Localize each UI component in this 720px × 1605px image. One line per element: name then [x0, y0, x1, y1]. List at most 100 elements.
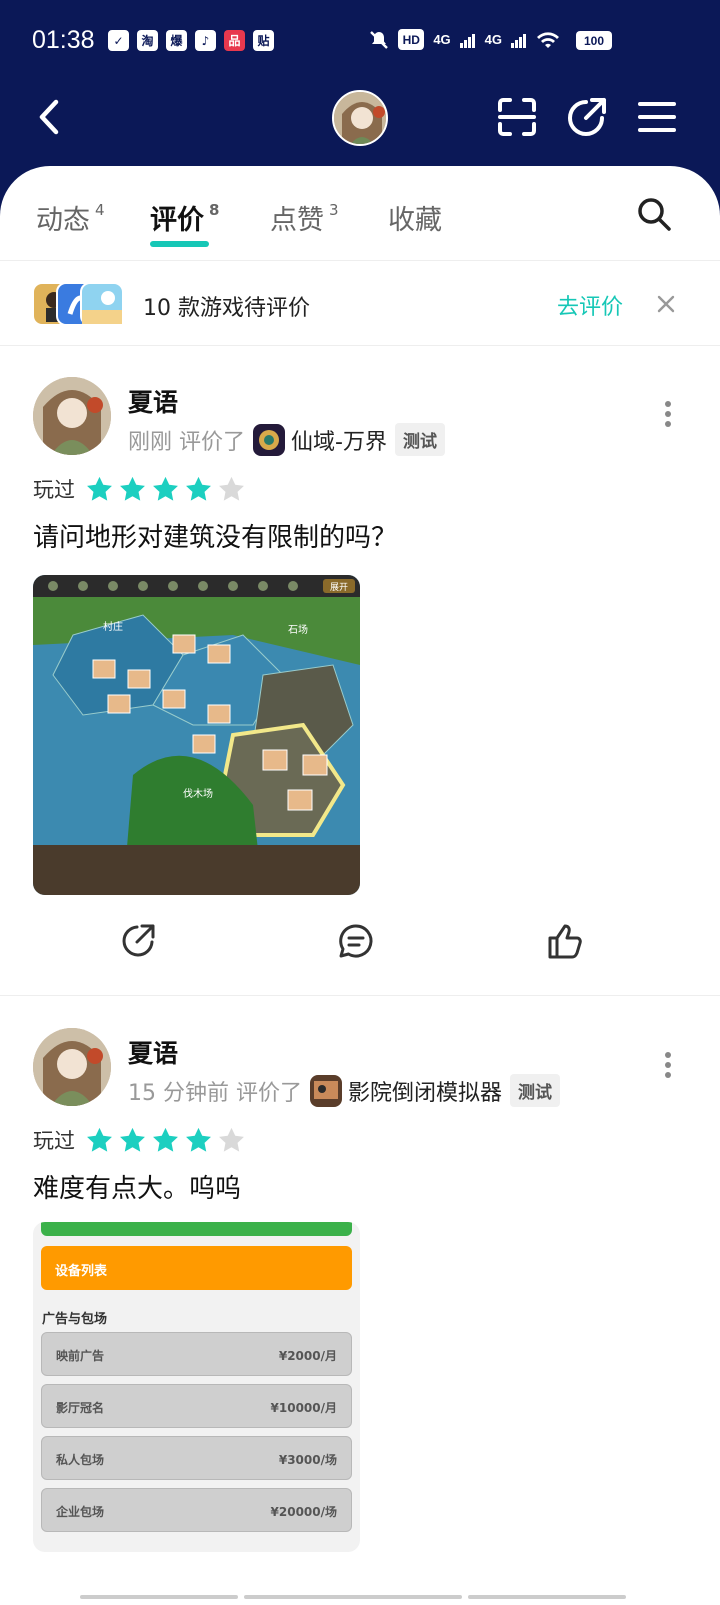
map-label-quarry: 石场	[288, 623, 308, 636]
pending-reviews-text: 10 款游戏待评价	[143, 296, 310, 321]
review-text: 请问地形对建筑没有限制的吗？	[33, 523, 398, 553]
battery-indicator: 100	[576, 31, 612, 50]
tab-dynamic-label: 动态	[36, 205, 90, 236]
item-label: 影厅冠名	[56, 1401, 105, 1415]
star-rating	[85, 1126, 246, 1155]
more-options-icon[interactable]	[662, 1050, 674, 1080]
top-nav	[0, 84, 720, 164]
star-empty-icon	[219, 1127, 244, 1152]
scan-icon[interactable]	[496, 96, 538, 138]
review-meta: 刚刚 评价了 仙域-万界 测试	[128, 423, 445, 456]
item-label: 私人包场	[56, 1453, 105, 1467]
battery-level: 100	[576, 31, 612, 50]
status-bar: 01:38 ✓ 淘 爆 ♪ 品 贴 HD 4G 4G 100	[0, 0, 720, 84]
review-verb: 评价了	[179, 429, 246, 455]
item-label: 映前广告	[56, 1349, 105, 1363]
item-label: 企业包场	[56, 1505, 105, 1519]
star-filled-icon	[153, 476, 178, 501]
signal-1-icon	[459, 33, 475, 48]
mute-icon	[370, 30, 389, 49]
pending-game-icon-3	[80, 282, 124, 326]
star-filled-icon	[120, 1127, 145, 1152]
avatar-illustration	[334, 92, 386, 144]
chevron-left-icon[interactable]	[30, 96, 70, 138]
equipment-list-bar: 设备列表	[41, 1246, 352, 1290]
content-sheet: 动态 4 评价 8 点赞 3 收藏 10 款游戏待评价 去评价 夏语 刚刚 评价了 仙…	[0, 166, 720, 1605]
tab-dynamic[interactable]: 动态 4	[36, 198, 105, 237]
review-meta: 15 分钟前 评价了 影院倒闭模拟器 测试	[128, 1074, 561, 1107]
notification-bao-icon: 爆	[166, 30, 187, 51]
expand-button-label: 展开	[330, 582, 348, 593]
game-name[interactable]: 影院倒闭模拟器	[348, 1075, 502, 1107]
tab-reviews[interactable]: 评价 8	[150, 198, 220, 247]
profile-avatar[interactable]	[332, 90, 388, 146]
notification-taobao-icon: 淘	[137, 30, 158, 51]
hd-icon: HD	[398, 29, 425, 50]
pending-reviews-banner[interactable]: 10 款游戏待评价 去评价	[0, 262, 720, 346]
tab-likes-count: 3	[329, 201, 339, 219]
notification-tiktok-icon: ♪	[195, 30, 216, 51]
close-icon[interactable]	[654, 292, 678, 316]
item-price: ¥10000/月	[270, 1401, 337, 1415]
star-filled-icon	[87, 476, 112, 501]
share-icon[interactable]	[119, 922, 157, 960]
tab-likes-label: 点赞	[270, 205, 324, 236]
tab-favorites-label: 收藏	[388, 205, 442, 236]
game-ui-screenshot: 设备列表 广告与包场 映前广告 ¥2000/月 影厅冠名 ¥10000/月 私人包场…	[33, 1222, 360, 1552]
user-avatar[interactable]	[33, 1028, 111, 1106]
review-image[interactable]: 展开 村庄 伐木场 石场	[33, 575, 360, 895]
tab-likes[interactable]: 点赞 3	[270, 198, 339, 237]
notification-tieba-icon: 贴	[253, 30, 274, 51]
comment-icon[interactable]	[337, 922, 375, 960]
signal-2-label: 4G	[484, 32, 502, 47]
item-price: ¥20000/场	[270, 1505, 337, 1519]
more-options-icon[interactable]	[662, 399, 674, 429]
game-thumbnail[interactable]	[310, 1074, 343, 1107]
tab-favorites[interactable]: 收藏	[388, 198, 442, 237]
menu-icon[interactable]	[636, 96, 678, 138]
status-time: 01:38	[32, 26, 95, 54]
scroll-indicator	[468, 1595, 626, 1599]
test-tag: 测试	[510, 1074, 561, 1107]
review-text: 难度有点大。呜呜	[33, 1174, 242, 1204]
scroll-indicator	[244, 1595, 462, 1599]
list-item: 影厅冠名 ¥10000/月	[41, 1384, 352, 1428]
review-verb: 评价了	[236, 1080, 303, 1106]
star-rating	[85, 475, 246, 504]
review-card: 夏语 15 分钟前 评价了 影院倒闭模拟器 测试 玩过 难度有点大。呜呜 设备列…	[0, 996, 720, 1605]
star-filled-icon	[87, 1127, 112, 1152]
map-label-village: 村庄	[103, 620, 123, 633]
notification-pin-icon: 品	[224, 30, 245, 51]
tab-reviews-count: 8	[209, 201, 220, 219]
go-review-button[interactable]: 去评价	[557, 289, 623, 321]
thumbs-up-icon[interactable]	[546, 922, 584, 960]
tab-reviews-label: 评价	[150, 205, 204, 236]
list-item: 私人包场 ¥3000/场	[41, 1436, 352, 1480]
review-username[interactable]: 夏语	[128, 1034, 178, 1070]
map-label-lumberyard: 伐木场	[183, 787, 213, 800]
list-item: 映前广告 ¥2000/月	[41, 1332, 352, 1376]
item-price: ¥3000/场	[278, 1453, 337, 1467]
played-label: 玩过	[33, 1129, 75, 1153]
scroll-indicator	[80, 1595, 238, 1599]
review-image[interactable]: 设备列表 广告与包场 映前广告 ¥2000/月 影厅冠名 ¥10000/月 私人包场…	[33, 1222, 360, 1552]
item-price: ¥2000/月	[278, 1349, 337, 1363]
user-avatar[interactable]	[33, 377, 111, 455]
signal-2-icon	[511, 33, 526, 48]
system-icons: HD 4G 4G	[369, 29, 560, 50]
game-map-screenshot: 展开 村庄 伐木场 石场	[33, 575, 360, 895]
search-icon[interactable]	[636, 196, 672, 232]
review-time: 15 分钟前	[128, 1080, 229, 1106]
share-icon[interactable]	[566, 96, 608, 138]
game-thumbnail[interactable]	[253, 423, 286, 456]
review-username[interactable]: 夏语	[128, 383, 178, 419]
test-tag: 测试	[394, 423, 445, 456]
star-filled-icon	[153, 1127, 178, 1152]
notification-icons: ✓ 淘 爆 ♪ 品 贴	[108, 30, 274, 51]
tab-dynamic-count: 4	[95, 201, 105, 219]
game-name[interactable]: 仙域-万界	[291, 424, 387, 456]
review-actions	[0, 922, 720, 962]
wifi-icon	[537, 31, 559, 48]
active-tab-underline	[150, 241, 210, 247]
review-card: 夏语 刚刚 评价了 仙域-万界 测试 玩过 请问地形对建筑没有限制的吗？ 展开	[0, 347, 720, 997]
